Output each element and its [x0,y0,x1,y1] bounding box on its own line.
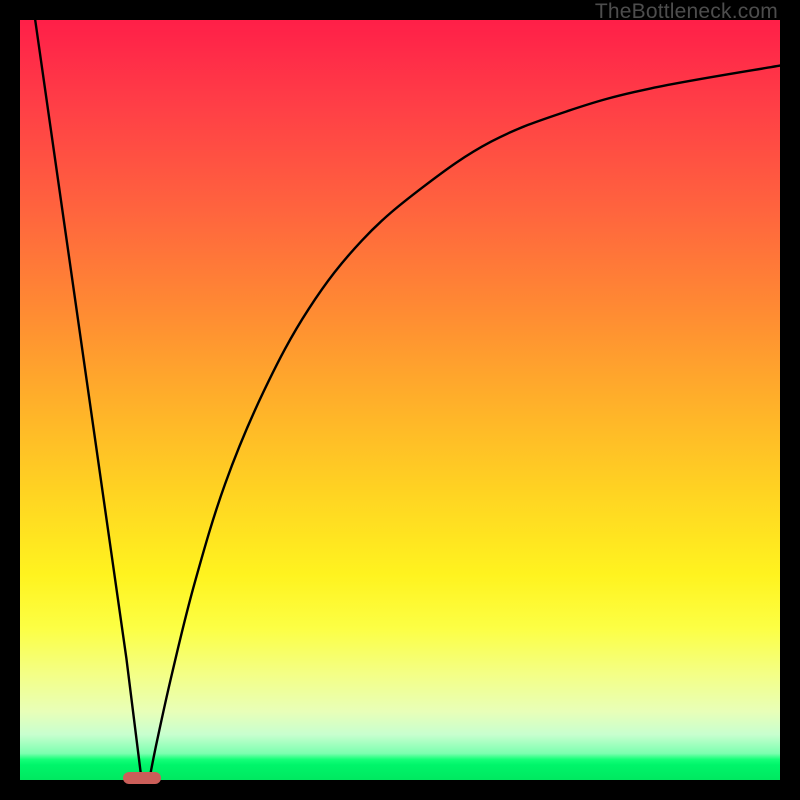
chart-curve-layer [20,20,780,780]
chart-stage: TheBottleneck.com [0,0,800,800]
curve-left-branch [35,20,141,780]
watermark-text: TheBottleneck.com [595,0,778,24]
frame-border [780,0,800,800]
frame-border [0,0,20,800]
bottleneck-marker [123,772,161,784]
curve-right-branch [149,66,780,780]
frame-border [0,780,800,800]
